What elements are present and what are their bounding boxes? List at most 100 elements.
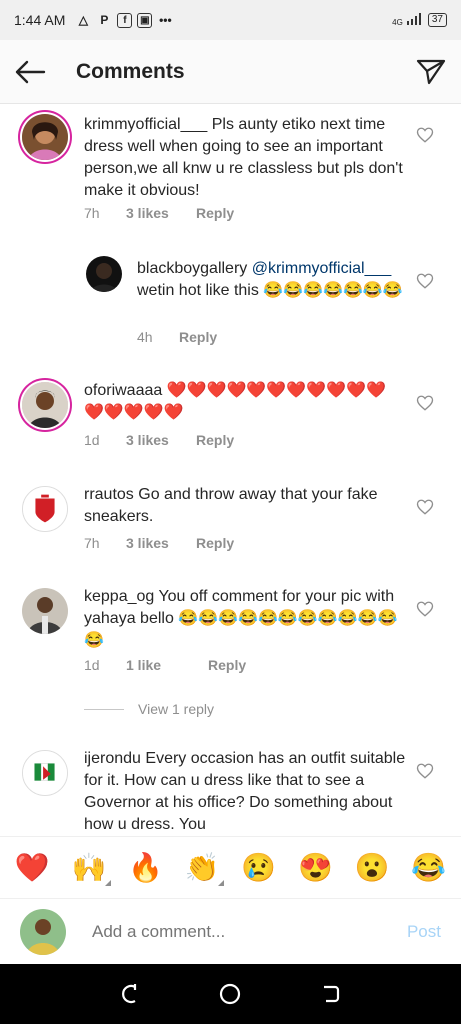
avatar[interactable] [22, 114, 68, 160]
surprised-emoji-icon: 😮 [354, 852, 390, 883]
comment-time: 7h [84, 535, 100, 551]
back-button[interactable] [0, 40, 60, 104]
post-button[interactable]: Post [407, 922, 441, 942]
reply-button[interactable]: Reply [196, 535, 234, 551]
share-button[interactable] [401, 40, 461, 104]
emoji-crying-button[interactable]: 😢 [239, 848, 279, 888]
like-button[interactable] [416, 394, 434, 412]
comment-likes[interactable]: 1 like [126, 657, 208, 673]
comment-meta: 7h 3 likes Reply [84, 205, 234, 221]
comment-likes[interactable]: 3 likes [126, 432, 196, 448]
crying-emoji-icon: 😢 [241, 852, 277, 883]
reply-button[interactable]: Reply [179, 329, 217, 345]
comment-username[interactable]: keppa_og [84, 588, 154, 605]
comment-likes[interactable]: 3 likes [126, 205, 196, 221]
comment-likes[interactable]: 3 likes [126, 535, 196, 551]
nav-recents-button[interactable] [311, 974, 351, 1014]
like-button[interactable] [416, 126, 434, 144]
view-replies-label: View 1 reply [138, 701, 215, 717]
avatar-photo [22, 588, 68, 634]
emoji-clap-button[interactable]: 👏 [182, 848, 225, 888]
avatar[interactable] [22, 382, 68, 428]
heart-outline-icon [416, 499, 434, 515]
battery-icon: 37 [427, 13, 447, 27]
comment-input[interactable] [92, 921, 372, 942]
comment-username[interactable]: rrautos [84, 486, 134, 503]
variant-indicator-icon [104, 879, 111, 886]
comment-username[interactable]: oforiwaaaa [84, 382, 162, 399]
back-icon [122, 984, 137, 1004]
emoji-raised-hands-button[interactable]: 🙌 [69, 848, 111, 888]
comment-time: 1d [84, 657, 100, 673]
like-button[interactable] [416, 272, 434, 290]
comment-body: oforiwaaaa ❤️❤️❤️❤️❤️❤️❤️❤️❤️❤️❤️❤️❤️❤️❤… [84, 380, 396, 424]
avatar[interactable] [22, 750, 68, 796]
comment-body: blackboygallery @krimmyofficial___ wetin… [137, 258, 403, 302]
avatar-photo [22, 114, 68, 160]
paper-plane-icon [416, 59, 446, 84]
heart-outline-icon [416, 763, 434, 779]
comment-time: 7h [84, 205, 100, 221]
avatar[interactable] [22, 588, 68, 634]
flag-logo-icon [23, 751, 67, 795]
quick-emoji-bar: ❤️ 🙌 🔥 👏 😢 😍 😮 😂 [0, 836, 461, 898]
comment-meta: 7h 3 likes Reply [84, 535, 234, 551]
view-replies-button[interactable]: View 1 reply [84, 701, 214, 717]
laughing-emoji-icon: 😂 [411, 852, 447, 883]
comment-username[interactable]: krimmyofficial___ [84, 116, 207, 133]
comment-meta: 4h Reply [137, 329, 217, 345]
status-time: 1:44 AM [14, 12, 66, 28]
emoji-heart-button[interactable]: ❤️ [12, 848, 52, 888]
status-right: 4G 37 [392, 12, 447, 28]
comment-time: 1d [84, 432, 100, 448]
current-user-avatar [20, 908, 66, 955]
comment-body: keppa_og You off comment for your pic wi… [84, 586, 406, 652]
emoji-heart-eyes-button[interactable]: 😍 [295, 848, 335, 888]
network-type: 4G [392, 17, 403, 27]
nav-home-button[interactable] [210, 974, 250, 1014]
emoji-surprised-button[interactable]: 😮 [352, 848, 392, 888]
divider-line [84, 708, 124, 710]
emoji-laughing-button[interactable]: 😂 [409, 848, 449, 888]
like-button[interactable] [416, 498, 434, 516]
comments-list[interactable]: krimmyofficial___ Pls aunty etiko next t… [0, 104, 461, 836]
emoji-fire-button[interactable]: 🔥 [126, 848, 166, 888]
comment-time: 4h [137, 329, 153, 345]
comment-username[interactable]: blackboygallery [137, 260, 247, 277]
reply-button[interactable]: Reply [196, 205, 234, 221]
page-title: Comments [76, 59, 185, 83]
facebook-icon: f [117, 12, 133, 28]
comment-mention[interactable]: @krimmyofficial___ [252, 260, 392, 277]
nav-back-button[interactable] [110, 974, 150, 1014]
avatar[interactable] [22, 486, 68, 532]
header: Comments [0, 40, 461, 104]
avatar-photo [86, 256, 122, 292]
heart-outline-icon [416, 395, 434, 411]
comment-text: wetin hot like this 😂😂😂😂😂😂😂 [137, 282, 403, 299]
comment-body: ijerondu Every occasion has an outfit su… [84, 748, 406, 836]
comment-username[interactable]: ijerondu [84, 750, 141, 767]
signal-icon: 4G [392, 12, 422, 28]
heart-outline-icon [416, 127, 434, 143]
add-comment-bar: Post [0, 898, 461, 964]
heart-eyes-emoji-icon: 😍 [298, 852, 333, 883]
recents-icon [323, 985, 339, 1003]
avatar[interactable] [86, 256, 122, 292]
p-app-icon: P [100, 13, 109, 27]
more-dots-icon: ••• [159, 13, 172, 27]
fire-emoji-icon: 🔥 [128, 852, 163, 883]
comment-meta: 1d 1 like Reply [84, 657, 246, 673]
comment-body: krimmyofficial___ Pls aunty etiko next t… [84, 114, 404, 202]
avatar-photo [22, 382, 68, 428]
heart-outline-icon [416, 273, 434, 289]
gallery-icon: ▣ [137, 12, 153, 28]
heart-outline-icon [416, 601, 434, 617]
status-bar: 1:44 AM △ P f ▣ ••• 4G 37 [0, 0, 461, 40]
reply-button[interactable]: Reply [196, 432, 234, 448]
like-button[interactable] [416, 762, 434, 780]
like-button[interactable] [416, 600, 434, 618]
avatar-photo [20, 908, 66, 955]
heart-emoji-icon: ❤️ [14, 852, 50, 883]
reply-button[interactable]: Reply [208, 657, 246, 673]
system-nav-bar [0, 964, 461, 1024]
